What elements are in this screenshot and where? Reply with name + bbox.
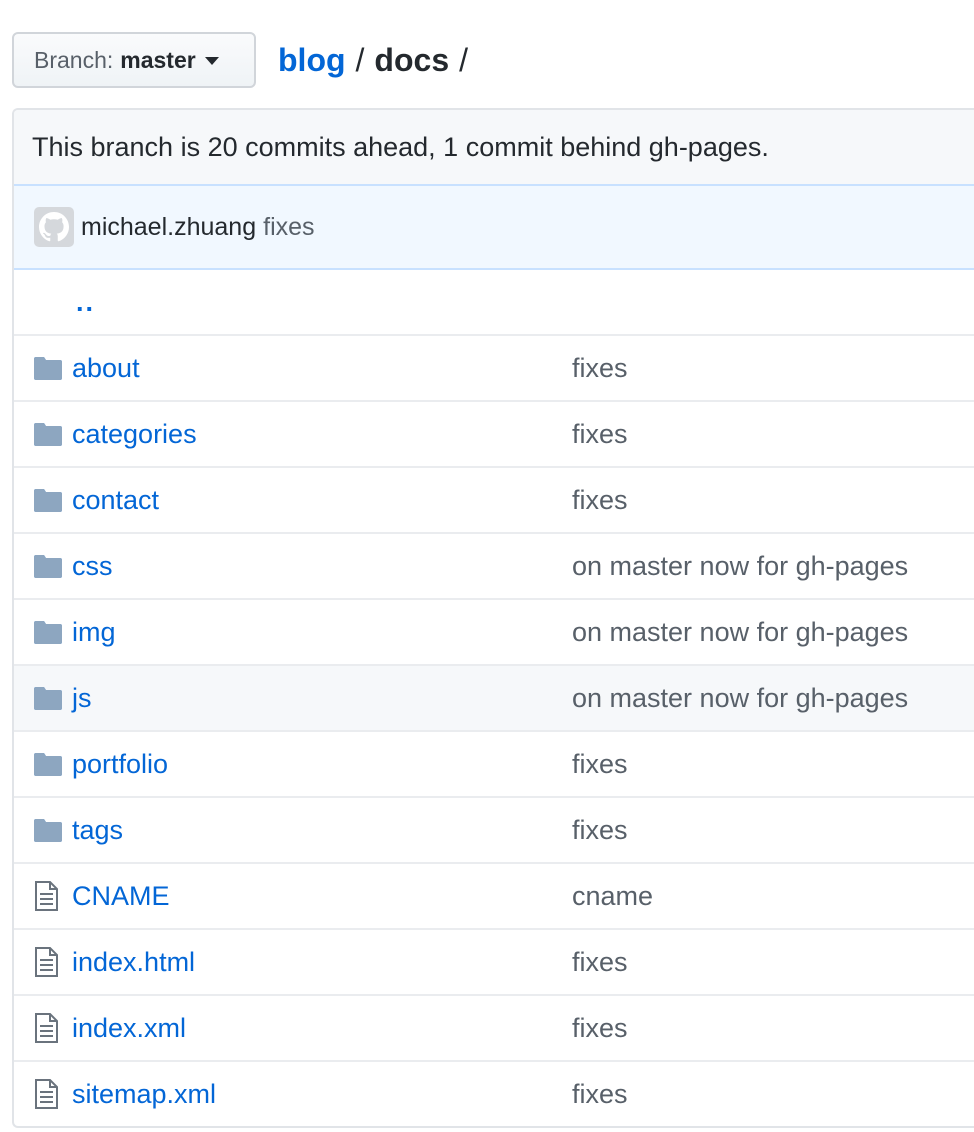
file-row[interactable]: js on master now for gh-pages (14, 664, 974, 730)
branch-selector-button[interactable]: Branch: master (12, 32, 256, 88)
folder-link[interactable]: about (72, 353, 572, 384)
file-row[interactable]: tags fixes (14, 796, 974, 862)
file-text-icon (34, 881, 64, 911)
file-row[interactable]: img on master now for gh-pages (14, 598, 974, 664)
commit-message-link[interactable]: fixes (572, 815, 628, 846)
github-octocat-icon (39, 212, 69, 242)
folder-link[interactable]: contact (72, 485, 572, 516)
folder-icon (34, 554, 64, 578)
breadcrumb-separator: / (355, 41, 365, 78)
branch-selector-value: master (120, 46, 196, 73)
parent-directory-link[interactable]: .. (76, 287, 95, 318)
commit-author[interactable]: michael.zhuang (81, 213, 256, 242)
file-link[interactable]: CNAME (72, 881, 572, 912)
folder-icon (34, 818, 64, 842)
breadcrumb: blog / docs / (278, 42, 478, 79)
repo-header: Branch: master blog / docs / (12, 32, 478, 88)
file-link[interactable]: index.html (72, 947, 572, 978)
folder-link[interactable]: img (72, 617, 572, 648)
file-row[interactable]: contact fixes (14, 466, 974, 532)
file-row[interactable]: categories fixes (14, 400, 974, 466)
folder-icon (34, 686, 64, 710)
avatar[interactable] (34, 207, 74, 247)
file-row[interactable]: about fixes (14, 334, 974, 400)
file-link[interactable]: index.xml (72, 1013, 572, 1044)
file-row[interactable]: CNAME cname (14, 862, 974, 928)
breadcrumb-current-dir: docs (374, 41, 450, 78)
commit-message-link[interactable]: on master now for gh-pages (572, 551, 908, 582)
file-row[interactable]: index.xml fixes (14, 994, 974, 1060)
file-text-icon (34, 1013, 64, 1043)
branch-status-bar: This branch is 20 commits ahead, 1 commi… (14, 110, 974, 186)
commit-message-link[interactable]: on master now for gh-pages (572, 683, 908, 714)
commit-message-link[interactable]: fixes (572, 353, 628, 384)
branch-selector-label: Branch: (34, 46, 114, 73)
commit-message-link[interactable]: on master now for gh-pages (572, 617, 908, 648)
file-row[interactable]: css on master now for gh-pages (14, 532, 974, 598)
file-row[interactable]: portfolio fixes (14, 730, 974, 796)
folder-icon (34, 488, 64, 512)
caret-down-icon (204, 57, 219, 65)
breadcrumb-trailing-separator: / (459, 41, 468, 78)
folder-icon (34, 620, 64, 644)
folder-icon (34, 752, 64, 776)
file-link[interactable]: sitemap.xml (72, 1079, 572, 1110)
folder-link[interactable]: css (72, 551, 572, 582)
file-list: .. about fixes categories fixes contact fix… (14, 270, 974, 1126)
file-row[interactable]: index.html fixes (14, 928, 974, 994)
folder-link[interactable]: categories (72, 419, 572, 450)
commit-message-link[interactable]: fixes (572, 419, 628, 450)
folder-link[interactable]: portfolio (72, 749, 572, 780)
folder-link[interactable]: js (72, 683, 572, 714)
file-browser: This branch is 20 commits ahead, 1 commi… (12, 108, 974, 1128)
parent-directory-row: .. (14, 270, 974, 334)
file-row[interactable]: sitemap.xml fixes (14, 1060, 974, 1126)
folder-icon (34, 422, 64, 446)
commit-message-link[interactable]: fixes (572, 1013, 628, 1044)
commit-message-link[interactable]: fixes (572, 1079, 628, 1110)
folder-icon (34, 356, 64, 380)
commit-message-link[interactable]: cname (572, 881, 653, 912)
file-text-icon (34, 1079, 64, 1109)
file-text-icon (34, 947, 64, 977)
latest-commit-bar: michael.zhuang fixes (14, 186, 974, 270)
commit-message-link[interactable]: fixes (572, 749, 628, 780)
commit-message[interactable]: fixes (263, 213, 314, 242)
folder-link[interactable]: tags (72, 815, 572, 846)
commit-message-link[interactable]: fixes (572, 947, 628, 978)
breadcrumb-repo-link[interactable]: blog (278, 42, 346, 79)
branch-status-text: This branch is 20 commits ahead, 1 commi… (32, 131, 769, 162)
commit-message-link[interactable]: fixes (572, 485, 628, 516)
